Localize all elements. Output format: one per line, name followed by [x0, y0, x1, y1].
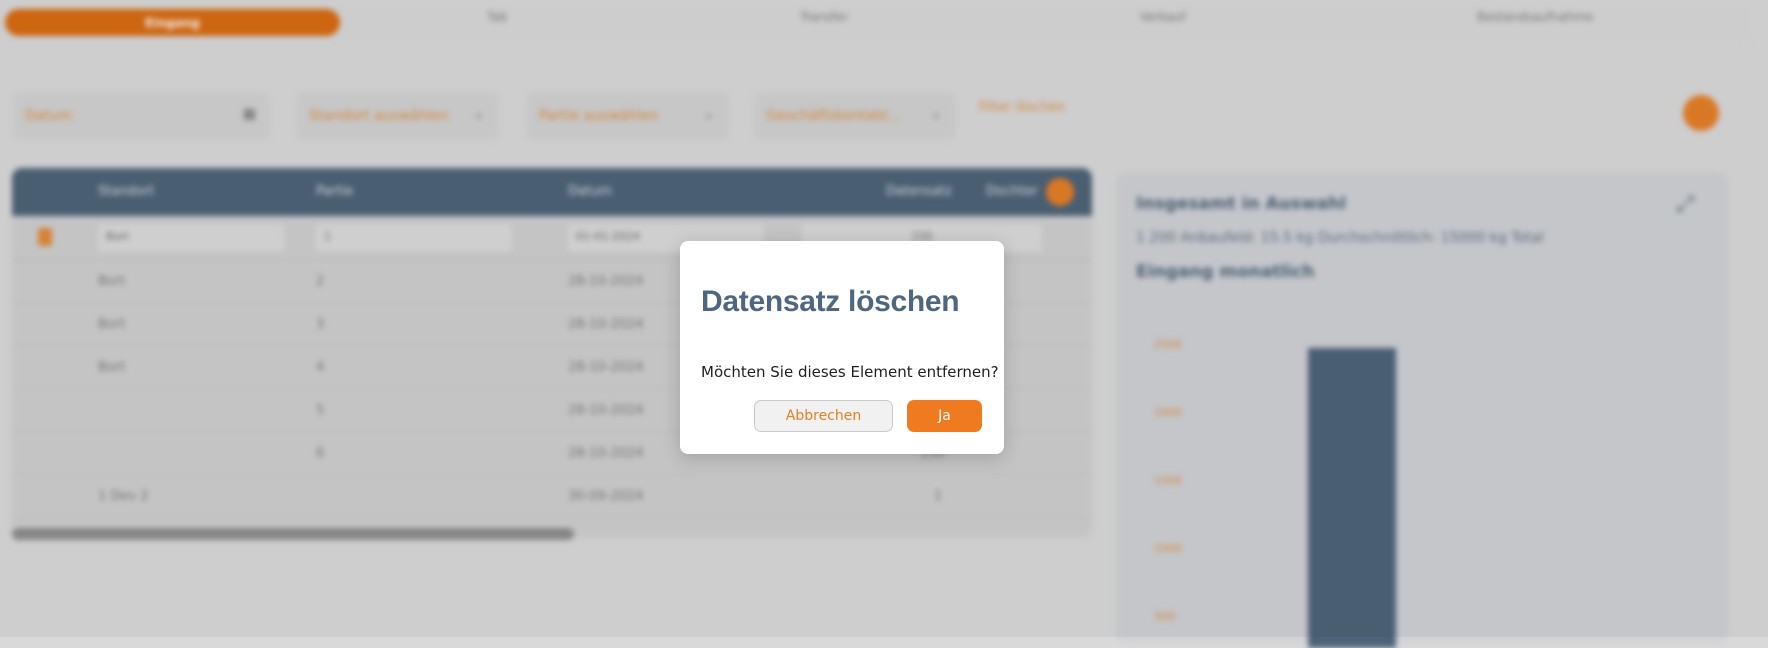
delete-dialog: Datensatz löschen Möchten Sie dieses Ele…: [680, 241, 1004, 454]
dialog-message: Möchten Sie dieses Element entfernen?: [701, 363, 999, 381]
cancel-button[interactable]: Abbrechen: [754, 400, 893, 432]
dialog-title: Datensatz löschen: [701, 285, 960, 318]
confirm-button[interactable]: Ja: [907, 400, 982, 432]
